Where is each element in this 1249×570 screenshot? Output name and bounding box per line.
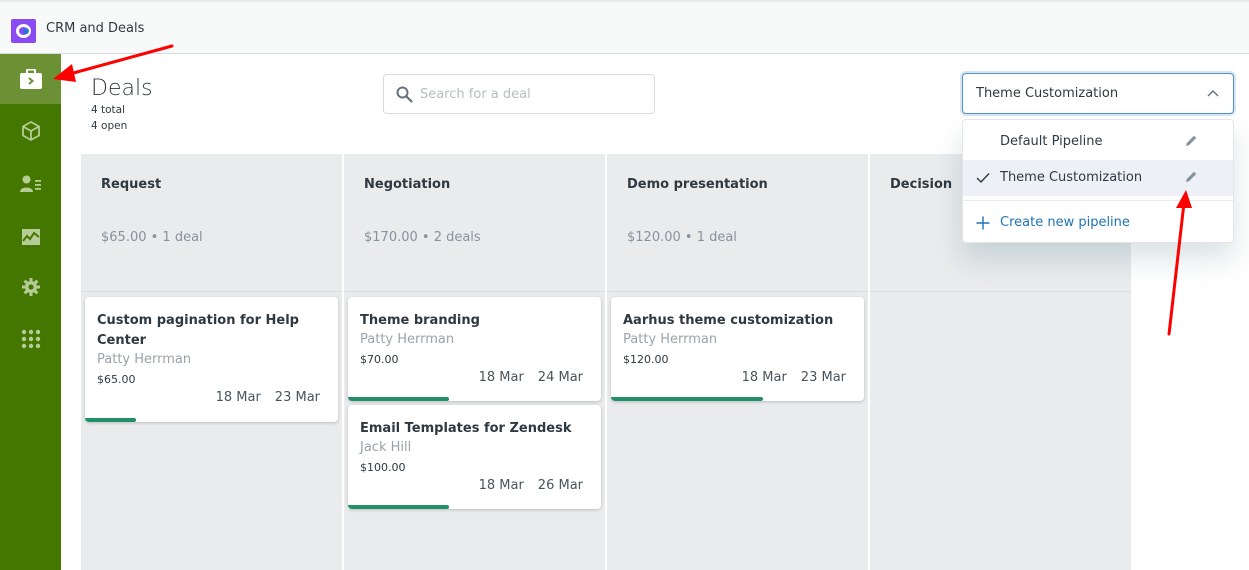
- deal-end-date: 23 Mar: [800, 370, 846, 385]
- deal-title: Custom pagination for Help Center: [97, 313, 299, 348]
- deal-card[interactable]: Theme branding Patty Herrman $70.00 18 M…: [348, 297, 601, 401]
- sidebar: [0, 54, 61, 570]
- contact-list-icon: [19, 175, 41, 192]
- deal-amount: $65.00: [97, 373, 136, 386]
- deal-title: Aarhus theme customization: [623, 313, 834, 328]
- sidebar-item-deals[interactable]: [0, 54, 61, 104]
- sidebar-item-settings[interactable]: [0, 262, 61, 312]
- deal-contact: Patty Herrman: [360, 332, 455, 347]
- column-stats: $120.00 • 1 deal: [627, 230, 737, 245]
- deal-title: Email Templates for Zendesk: [360, 421, 572, 436]
- grid-icon: [21, 329, 40, 349]
- app-logo-icon: [11, 19, 36, 43]
- sidebar-item-apps[interactable]: [0, 314, 61, 364]
- main-content: Deals 4 total 4 open Theme Customization…: [61, 54, 1249, 570]
- deal-end-date: 24 Mar: [537, 370, 583, 385]
- deals-open-count: 4 open: [91, 120, 128, 132]
- pipeline-select[interactable]: Theme Customization: [962, 73, 1234, 114]
- deal-card[interactable]: Email Templates for Zendesk Jack Hill $1…: [348, 405, 601, 509]
- deal-dates: 18 Mar 23 Mar: [216, 390, 320, 405]
- deal-start-date: 18 Mar: [215, 390, 261, 405]
- cube-icon: [21, 121, 40, 141]
- search-icon: [396, 86, 413, 103]
- deal-amount: $100.00: [360, 461, 406, 474]
- deal-dates: 18 Mar 24 Mar: [479, 370, 583, 385]
- deal-start-date: 18 Mar: [478, 478, 524, 493]
- pipeline-option-theme-customization[interactable]: Theme Customization: [963, 160, 1233, 196]
- column-header: Negotiation $170.00 • 2 deals: [344, 154, 605, 292]
- sidebar-item-contacts[interactable]: [0, 159, 61, 209]
- deal-contact: Patty Herrman: [623, 332, 718, 347]
- column-name: Negotiation: [364, 177, 451, 192]
- column-stats: $65.00 • 1 deal: [101, 230, 203, 245]
- deal-progress-bar: [348, 397, 450, 401]
- deal-start-date: 18 Mar: [478, 370, 524, 385]
- column-header: Demo presentation $120.00 • 1 deal: [607, 154, 868, 292]
- chevron-up-icon: [1207, 90, 1219, 97]
- column-stats: $170.00 • 2 deals: [364, 230, 481, 245]
- plus-icon: [976, 216, 990, 230]
- pipeline-option-default[interactable]: Default Pipeline: [963, 124, 1233, 160]
- deal-dates: 18 Mar 23 Mar: [742, 370, 846, 385]
- deal-amount: $120.00: [623, 353, 669, 366]
- pencil-icon[interactable]: [1184, 170, 1198, 184]
- deal-card[interactable]: Aarhus theme customization Patty Herrman…: [611, 297, 864, 401]
- deal-contact: Jack Hill: [360, 440, 412, 455]
- search-field[interactable]: [383, 74, 655, 114]
- app-title: CRM and Deals: [46, 21, 145, 36]
- deal-progress-bar: [348, 505, 450, 509]
- create-pipeline-button[interactable]: Create new pipeline: [963, 208, 1233, 240]
- briefcase-icon: [19, 69, 42, 89]
- pencil-icon[interactable]: [1184, 134, 1198, 148]
- sidebar-item-products[interactable]: [0, 106, 61, 156]
- search-input[interactable]: [420, 83, 645, 105]
- deal-end-date: 23 Mar: [274, 390, 320, 405]
- pipeline-option-label: Theme Customization: [1000, 170, 1143, 185]
- deal-amount: $70.00: [360, 353, 399, 366]
- column-header: Request $65.00 • 1 deal: [81, 154, 342, 292]
- deal-progress-bar: [611, 397, 763, 401]
- deal-progress-bar: [85, 418, 136, 422]
- deals-total-count: 4 total: [91, 104, 126, 116]
- column-name: Demo presentation: [627, 177, 768, 192]
- check-icon: [976, 173, 990, 184]
- create-pipeline-label: Create new pipeline: [1000, 215, 1130, 230]
- page-title: Deals: [91, 76, 153, 101]
- gear-icon: [21, 278, 40, 296]
- deal-card[interactable]: Custom pagination for Help Center Patty …: [85, 297, 338, 422]
- deal-end-date: 26 Mar: [537, 478, 583, 493]
- pipeline-dropdown-menu: Default Pipeline Theme Customization Cre…: [962, 119, 1234, 243]
- sidebar-item-reports[interactable]: [0, 212, 61, 262]
- pipeline-option-label: Default Pipeline: [1000, 134, 1103, 149]
- board-column-demo-presentation: Demo presentation $120.00 • 1 deal Aarhu…: [607, 154, 868, 570]
- deal-start-date: 18 Mar: [741, 370, 787, 385]
- dropdown-divider: [963, 200, 1233, 201]
- chart-icon: [21, 229, 40, 245]
- deal-dates: 18 Mar 26 Mar: [479, 478, 583, 493]
- board-column-negotiation: Negotiation $170.00 • 2 deals Theme bran…: [344, 154, 605, 570]
- pipeline-select-value: Theme Customization: [976, 86, 1119, 101]
- deal-title: Theme branding: [360, 313, 480, 328]
- column-name: Request: [101, 177, 162, 192]
- top-bar: CRM and Deals: [0, 0, 1249, 54]
- column-name: Decision: [890, 177, 953, 192]
- board-column-request: Request $65.00 • 1 deal Custom paginatio…: [81, 154, 342, 570]
- deal-contact: Patty Herrman: [97, 352, 192, 367]
